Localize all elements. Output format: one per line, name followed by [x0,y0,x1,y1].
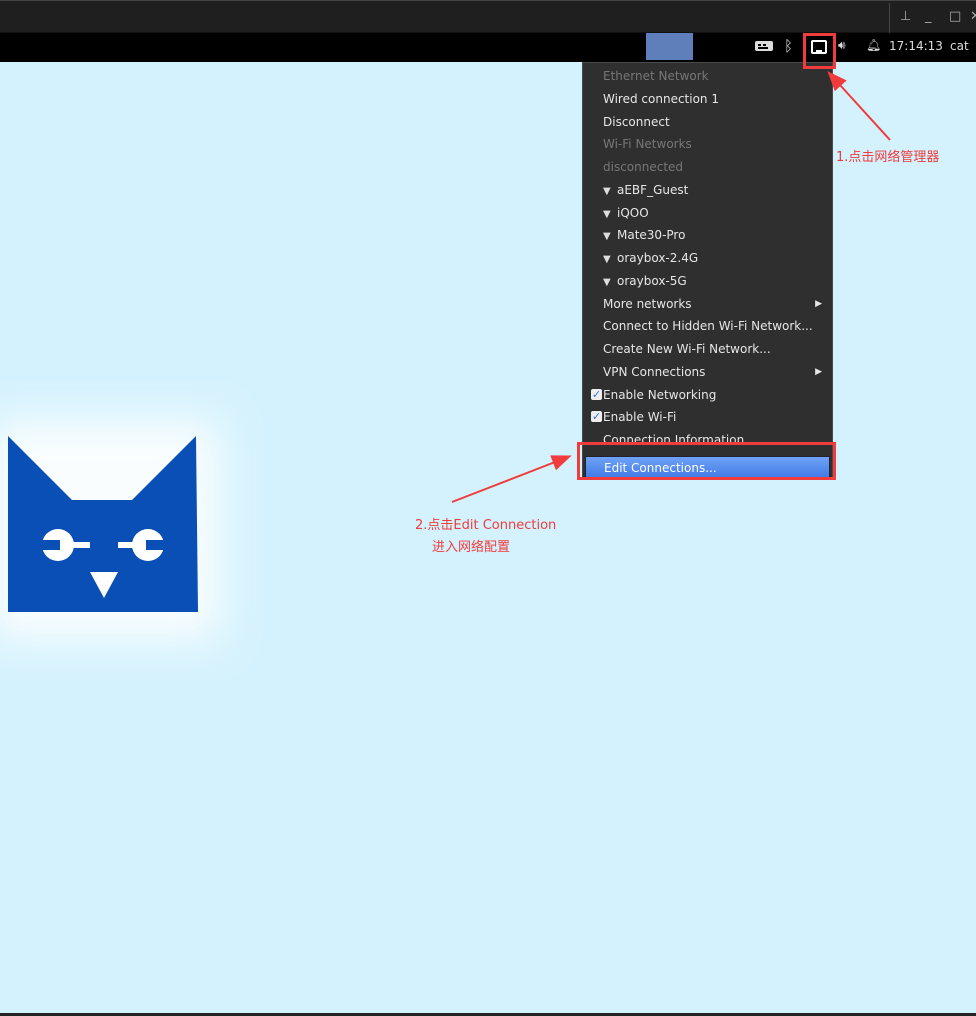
annotation-step2: 2.点击Edit Connection [415,518,557,533]
annotation-arrows [451,71,891,503]
arrow-step2 [451,455,572,503]
arrow-step1 [827,71,891,141]
annotation-step1: 1.点击网络管理器 [836,150,940,165]
annotation-step2-detail: 进入网络配置 [432,540,511,555]
